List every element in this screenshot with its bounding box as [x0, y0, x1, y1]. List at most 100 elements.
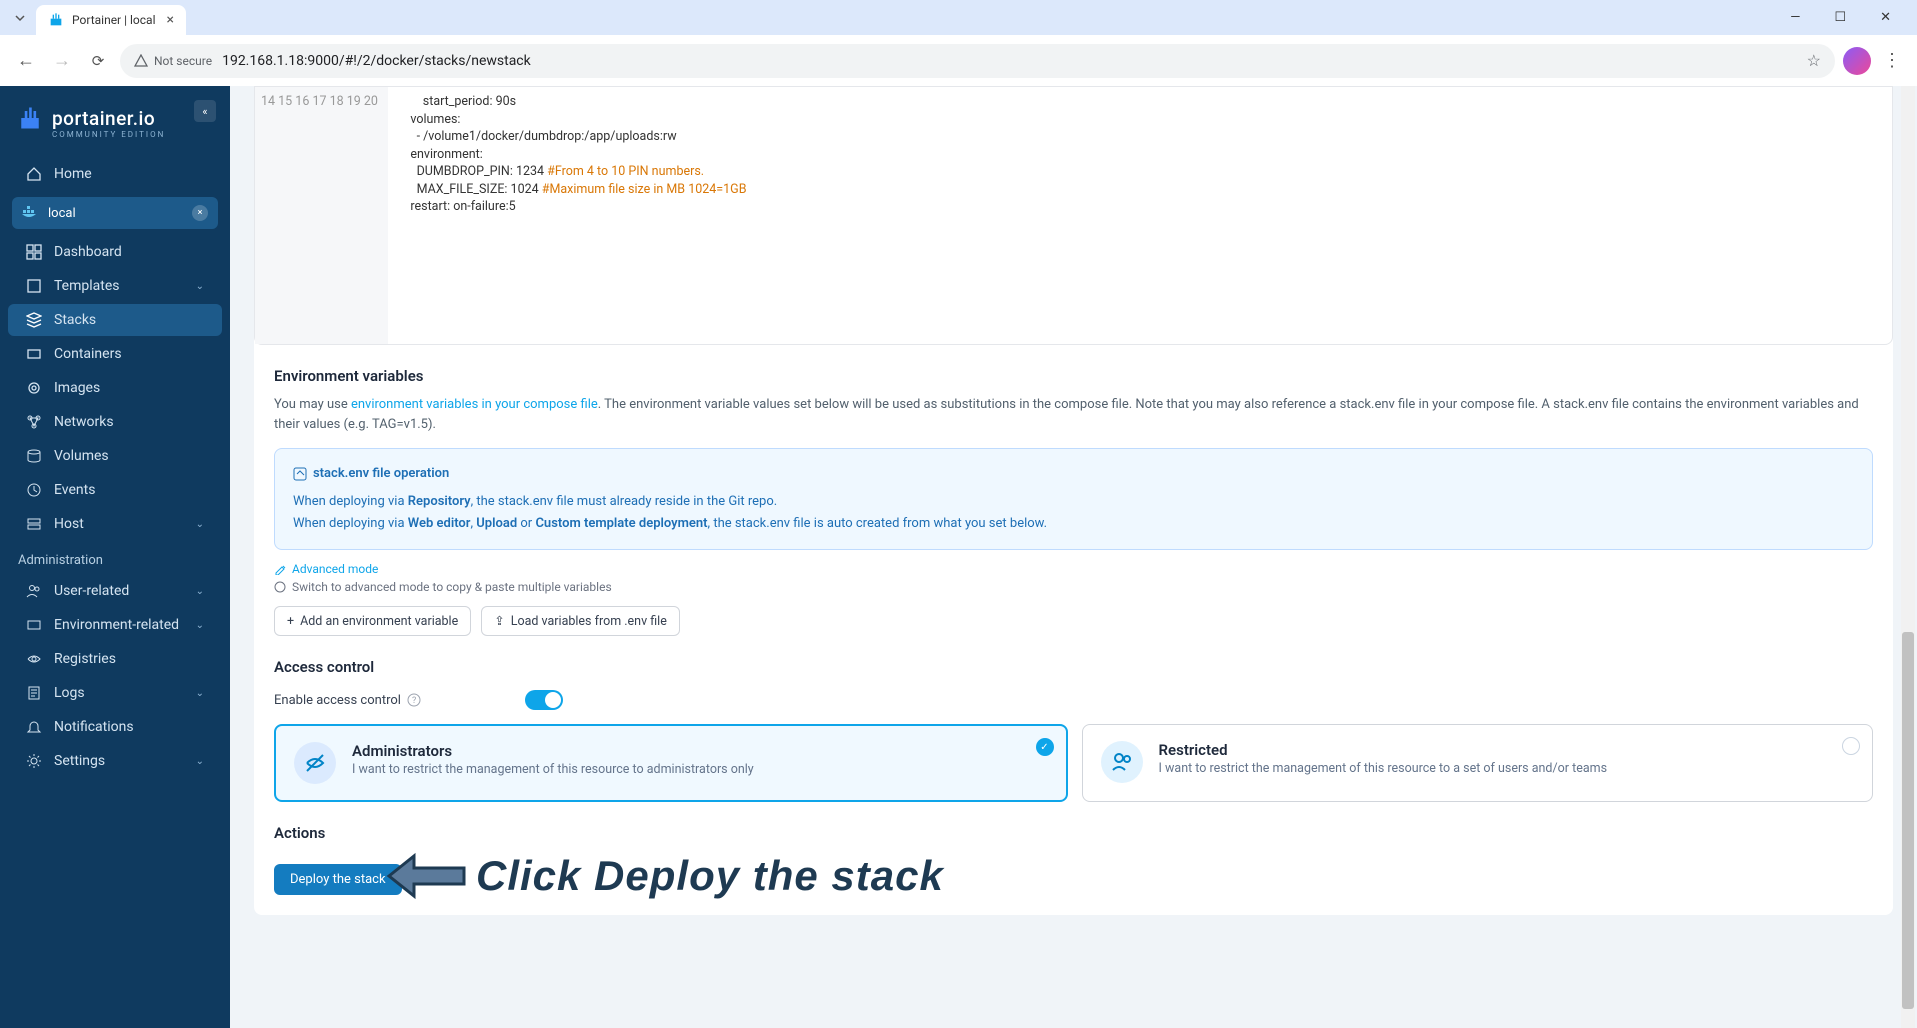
sidebar-item-home[interactable]: Home [8, 158, 222, 190]
env-close-icon[interactable]: × [192, 205, 208, 221]
registries-icon [26, 651, 42, 667]
environment-selector[interactable]: local × [12, 197, 218, 229]
tab-close-icon[interactable]: × [167, 12, 174, 28]
info-line-2: When deploying via Web editor, Upload or… [293, 513, 1854, 535]
check-icon: ✓ [1036, 738, 1054, 756]
edit-icon [274, 563, 286, 575]
access-cards: Administrators I want to restrict the ma… [274, 724, 1873, 802]
env-variables-title: Environment variables [274, 367, 1873, 385]
vertical-scrollbar[interactable] [1901, 86, 1915, 1028]
dashboard-icon [26, 244, 42, 260]
button-label: Deploy the stack [290, 872, 386, 887]
chevron-down-icon: ⌄ [196, 688, 204, 699]
address-bar: ← → ⟳ Not secure 192.168.1.18:9000/#!/2/… [0, 35, 1917, 86]
app: « portainer.io COMMUNITY EDITION Home lo… [0, 86, 1917, 1028]
sidebar-label: User-related [54, 583, 129, 599]
advanced-mode-hint: Switch to advanced mode to copy & paste … [274, 580, 1873, 594]
line-gutter: 14 15 16 17 18 19 20 [255, 87, 388, 344]
plus-icon: + [287, 614, 294, 629]
sidebar-label: Registries [54, 651, 116, 667]
sidebar-item-logs[interactable]: Logs ⌄ [8, 677, 222, 709]
sidebar-item-host[interactable]: Host ⌄ [8, 508, 222, 540]
sidebar-item-templates[interactable]: Templates ⌄ [8, 270, 222, 302]
sidebar-item-notifications[interactable]: Notifications [8, 711, 222, 743]
sidebar-item-events[interactable]: Events [8, 474, 222, 506]
sidebar-label: Notifications [54, 719, 134, 735]
load-env-file-button[interactable]: ⇪ Load variables from .env file [481, 606, 680, 636]
sidebar-item-settings[interactable]: Settings ⌄ [8, 745, 222, 777]
button-label: Add an environment variable [300, 614, 458, 629]
sidebar-item-containers[interactable]: Containers [8, 338, 222, 370]
window-maximize-icon[interactable]: ☐ [1826, 6, 1854, 29]
sidebar-item-networks[interactable]: Networks [8, 406, 222, 438]
window-close-icon[interactable]: ✕ [1872, 6, 1899, 29]
text: When deploying via [293, 494, 408, 509]
back-button[interactable]: ← [12, 47, 40, 75]
sidebar-item-volumes[interactable]: Volumes [8, 440, 222, 472]
env-vars-link[interactable]: environment variables in your compose fi… [351, 397, 598, 412]
card-desc: I want to restrict the management of thi… [1159, 761, 1608, 776]
env-description: You may use environment variables in you… [274, 395, 1873, 434]
sidebar-item-environment-related[interactable]: Environment-related ⌄ [8, 609, 222, 641]
chevron-down-icon: ⌄ [196, 756, 204, 767]
scrollbar-thumb[interactable] [1902, 632, 1914, 1009]
add-env-var-button[interactable]: + Add an environment variable [274, 606, 471, 636]
card-desc: I want to restrict the management of thi… [352, 762, 754, 777]
sidebar-item-registries[interactable]: Registries [8, 643, 222, 675]
sidebar-item-stacks[interactable]: Stacks [8, 304, 222, 336]
access-card-restricted[interactable]: Restricted I want to restrict the manage… [1082, 724, 1874, 802]
code-body[interactable]: start_period: 90s volumes: - /volume1/do… [388, 87, 1892, 344]
access-control-toggle[interactable] [525, 690, 563, 710]
eye-off-icon [294, 742, 336, 784]
window-controls: — ☐ ✕ [1782, 6, 1909, 29]
user-avatar[interactable] [1843, 47, 1871, 75]
sidebar-label: Host [54, 516, 84, 532]
svg-text:?: ? [412, 696, 416, 706]
sidebar-label: Images [54, 380, 100, 396]
bookmark-star-icon[interactable]: ☆ [1807, 51, 1821, 70]
tab-bar: Portainer | local × — ☐ ✕ [0, 0, 1917, 35]
users-icon [26, 583, 42, 599]
browser-tab[interactable]: Portainer | local × [36, 5, 186, 35]
text-bold: Custom template deployment [535, 516, 707, 531]
info-title: stack.env file operation [293, 463, 1854, 485]
access-card-administrators[interactable]: Administrators I want to restrict the ma… [274, 724, 1068, 802]
security-text: Not secure [154, 54, 212, 68]
gear-icon [26, 753, 42, 769]
annotation-arrow: Click Deploy the stack [384, 846, 944, 906]
sidebar-item-user-related[interactable]: User-related ⌄ [8, 575, 222, 607]
url-bar[interactable]: Not secure 192.168.1.18:9000/#!/2/docker… [120, 44, 1835, 78]
chevron-down-icon: ⌄ [196, 281, 204, 292]
not-secure-badge[interactable]: Not secure [134, 54, 212, 68]
sidebar-label: Environment-related [54, 617, 179, 633]
sidebar-label: Networks [54, 414, 114, 430]
forward-button[interactable]: → [48, 47, 76, 75]
browser-menu-icon[interactable]: ⋮ [1879, 46, 1905, 75]
card-body: Administrators I want to restrict the ma… [352, 742, 754, 784]
host-icon [26, 516, 42, 532]
tab-dropdown-icon[interactable] [8, 6, 32, 30]
logs-icon [26, 685, 42, 701]
logo-text: portainer.io [52, 107, 155, 130]
advanced-mode-text: Advanced mode [292, 562, 378, 576]
sidebar-item-images[interactable]: Images [8, 372, 222, 404]
deploy-stack-button[interactable]: Deploy the stack [274, 864, 402, 895]
code-editor[interactable]: 14 15 16 17 18 19 20 start_period: 90s v… [254, 86, 1893, 345]
sidebar-item-dashboard[interactable]: Dashboard [8, 236, 222, 268]
sidebar-collapse-icon[interactable]: « [194, 100, 216, 122]
text: , the stack.env file must already reside… [471, 494, 778, 509]
info-title-text: stack.env file operation [313, 463, 449, 485]
button-label: Load variables from .env file [511, 614, 667, 629]
actions-title: Actions [274, 824, 1873, 842]
advanced-mode-link[interactable]: Advanced mode [274, 562, 1873, 576]
containers-icon [26, 346, 42, 362]
annotation-text: Click Deploy the stack [476, 852, 944, 900]
window-minimize-icon[interactable]: — [1782, 6, 1808, 29]
portainer-favicon-icon [48, 12, 64, 28]
docker-icon [22, 206, 40, 220]
help-circle-icon[interactable]: ? [407, 693, 421, 707]
events-icon [26, 482, 42, 498]
help-circle-icon [274, 581, 286, 593]
reload-button[interactable]: ⟳ [84, 47, 112, 75]
portainer-logo-icon [16, 104, 44, 132]
